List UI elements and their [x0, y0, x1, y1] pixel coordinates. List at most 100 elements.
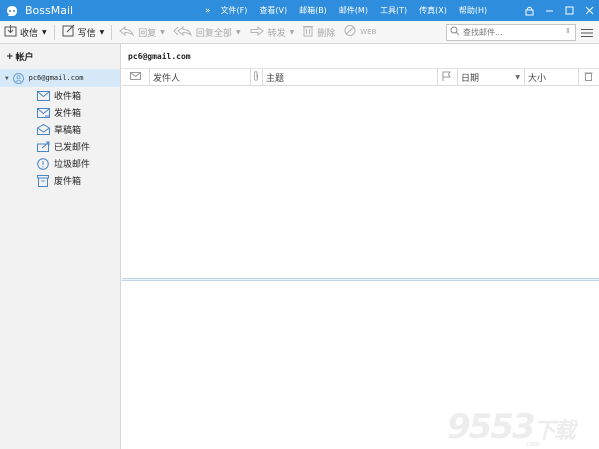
spam-icon [37, 157, 51, 170]
reply-all-button[interactable]: 回复全部 ▼ [169, 21, 245, 44]
delete-button[interactable]: 删除 [298, 21, 339, 44]
outbox-icon [37, 107, 51, 118]
sort-desc-icon[interactable]: ▼ [515, 74, 520, 81]
column-read-status[interactable] [122, 69, 149, 86]
sidebar-item-label: 垃圾邮件 [54, 160, 91, 170]
bossmail-logo-icon [0, 0, 24, 21]
hamburger-menu-icon[interactable] [580, 25, 594, 40]
column-attachment[interactable] [250, 69, 262, 86]
delete-label: 删除 [317, 28, 336, 39]
sidebar-item-inbox[interactable]: 收件箱 [0, 87, 120, 104]
compose-label: 写信 [77, 28, 96, 39]
sidebar-item-label: 废件箱 [54, 177, 82, 187]
column-date[interactable]: 日期 ▼ [457, 69, 524, 86]
menu-fax[interactable]: 传真(X) [419, 5, 447, 16]
column-subject[interactable]: 主题 [262, 69, 437, 86]
watermark-logo: 9553下载 [447, 407, 576, 447]
title-bar: BossMail » 文件(F) 查看(V) 邮箱(B) 邮件(M) 工具(T)… [0, 0, 599, 21]
menu-bar: » 文件(F) 查看(V) 邮箱(B) 邮件(M) 工具(T) 传真(X) 帮助… [205, 0, 499, 21]
column-flag[interactable] [437, 69, 457, 86]
search-options-icon[interactable]: ⇕ [565, 27, 571, 35]
forward-icon [249, 25, 265, 40]
chevron-down-icon[interactable]: ▼ [236, 29, 241, 36]
chevron-down-icon[interactable]: ▼ [5, 75, 9, 82]
sidebar-item-label: 已发邮件 [54, 143, 91, 153]
menu-overflow-icon[interactable]: » [205, 6, 211, 16]
main-panel: pc6@gmail.com 发件人 主题 日期 ▼ 大小 [122, 44, 599, 449]
current-account-title: pc6@gmail.com [122, 44, 599, 69]
forward-label: 转发 [267, 28, 286, 39]
search-box[interactable]: ⇕ [446, 24, 576, 41]
maximize-icon[interactable] [559, 0, 579, 21]
sidebar-item-label: 草稿箱 [54, 126, 82, 136]
sidebar-item-label: 收件箱 [54, 92, 82, 102]
reply-button[interactable]: 回复 ▼ [115, 21, 169, 44]
toolbar-divider [111, 24, 113, 40]
receive-label: 收信 [20, 28, 39, 39]
chevron-down-icon[interactable]: ▼ [290, 29, 295, 36]
column-date-label: 日期 [461, 74, 480, 84]
sidebar-item-outbox[interactable]: 发件箱 [0, 104, 120, 121]
reply-all-label: 回复全部 [195, 28, 232, 39]
menu-mail[interactable]: 邮件(M) [339, 5, 368, 16]
watermark-text: 9553 [447, 407, 536, 447]
column-sender-label: 发件人 [153, 74, 181, 84]
web-button[interactable]: WEB [339, 21, 380, 44]
account-email: pc6@gmail.com [28, 74, 84, 82]
toolbar-divider [53, 24, 55, 40]
web-label: WEB [360, 28, 377, 36]
column-sender[interactable]: 发件人 [149, 69, 250, 86]
reply-icon [119, 25, 135, 40]
menu-view[interactable]: 查看(V) [259, 5, 287, 16]
accounts-header[interactable]: + 帐户 [0, 44, 120, 69]
accounts-header-label: 帐户 [15, 53, 34, 63]
drafts-icon [37, 124, 51, 135]
flag-icon [442, 71, 451, 84]
sidebar: + 帐户 ▼ pc6@gmail.com 收件箱 发件箱 草稿箱 已发邮件 垃圾… [0, 44, 121, 449]
attachment-icon [253, 71, 259, 84]
column-subject-label: 主题 [266, 74, 285, 84]
compose-button[interactable]: 写信 ▼ [58, 21, 109, 44]
sidebar-item-trash[interactable]: 废件箱 [0, 172, 120, 189]
column-size[interactable]: 大小 [524, 69, 578, 86]
column-delete[interactable] [578, 69, 599, 86]
sidebar-item-label: 发件箱 [54, 109, 82, 119]
add-icon: + [6, 51, 14, 62]
trash-icon [584, 71, 593, 84]
mail-list[interactable] [122, 86, 599, 278]
watermark-sub: .com [525, 441, 540, 448]
trash-icon [302, 24, 314, 40]
minimize-icon[interactable] [539, 0, 559, 21]
close-icon[interactable] [579, 0, 599, 21]
menu-file[interactable]: 文件(F) [221, 5, 248, 16]
mail-list-header: 发件人 主题 日期 ▼ 大小 [122, 69, 599, 86]
envelope-icon [130, 72, 141, 83]
chevron-down-icon[interactable]: ▼ [100, 29, 105, 36]
trash-icon [37, 174, 51, 187]
reply-all-icon [173, 25, 193, 40]
column-size-label: 大小 [528, 74, 547, 84]
menu-help[interactable]: 帮助(H) [459, 5, 487, 16]
chevron-down-icon[interactable]: ▼ [42, 29, 47, 36]
toolbar: 收信 ▼ 写信 ▼ 回复 ▼ 回复全部 ▼ 转发 ▼ 删除 WEB 查找邮件..… [0, 21, 599, 44]
forward-button[interactable]: 转发 ▼ [245, 21, 299, 44]
menu-mailbox[interactable]: 邮箱(B) [299, 5, 327, 16]
receive-button[interactable]: 收信 ▼ [0, 21, 51, 44]
sidebar-item-spam[interactable]: 垃圾邮件 [0, 155, 120, 172]
sidebar-item-sent[interactable]: 已发邮件 [0, 138, 120, 155]
compose-icon [62, 24, 75, 40]
account-item[interactable]: ▼ pc6@gmail.com [0, 69, 120, 87]
chevron-down-icon[interactable]: ▼ [160, 29, 165, 36]
reply-label: 回复 [138, 28, 157, 39]
search-input[interactable] [463, 28, 563, 37]
lock-icon[interactable] [519, 0, 539, 21]
receive-icon [4, 24, 17, 40]
search-icon [450, 26, 460, 39]
app-title: BossMail [25, 4, 74, 17]
menu-tools[interactable]: 工具(T) [380, 5, 407, 16]
sent-icon [37, 141, 51, 152]
inbox-icon [37, 90, 51, 101]
sidebar-item-drafts[interactable]: 草稿箱 [0, 121, 120, 138]
web-icon [343, 24, 357, 40]
window-controls [519, 0, 599, 21]
